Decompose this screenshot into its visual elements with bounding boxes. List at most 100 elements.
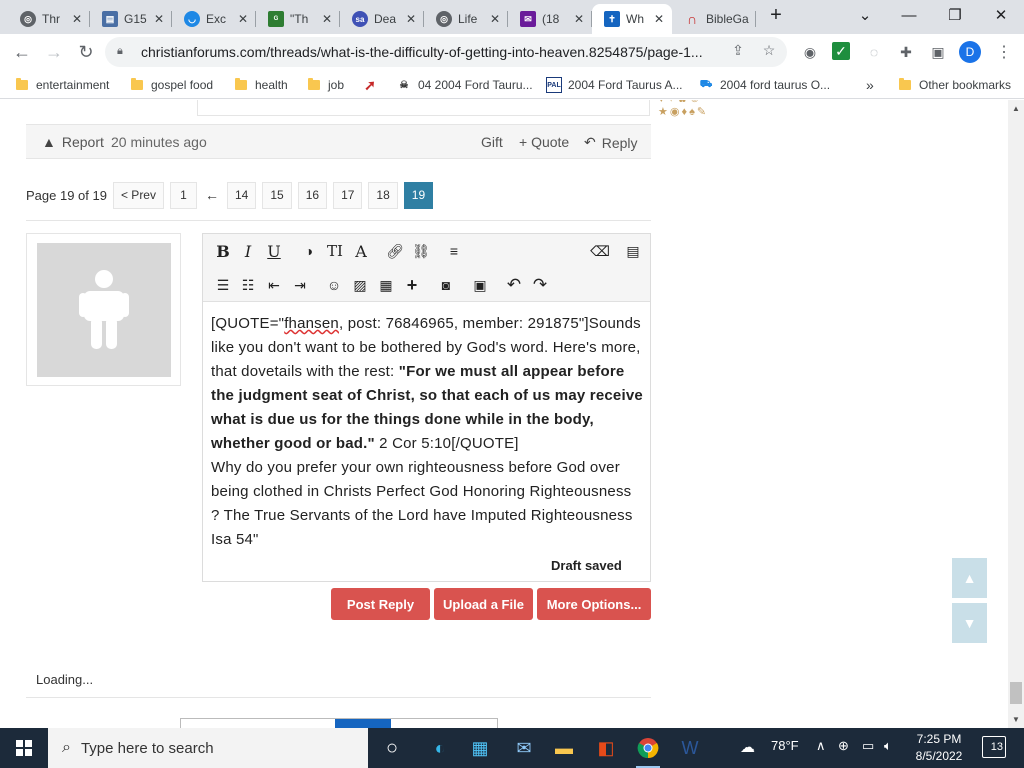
close-icon[interactable]: ✕ (152, 12, 166, 26)
ad-banner[interactable] (180, 718, 498, 728)
url-text[interactable]: christianforums.com/threads/what-is-the-… (141, 44, 731, 60)
close-icon[interactable]: ✕ (572, 12, 586, 26)
page-button-16[interactable]: 16 (297, 181, 328, 209)
italic-button[interactable]: I (236, 239, 260, 263)
prev-page-button[interactable]: < Prev (112, 181, 164, 209)
tab-4[interactable]: G "Th ✕ (256, 4, 340, 34)
tab-9[interactable]: ∩ BibleGa (672, 4, 756, 34)
tab-2[interactable]: ▤ G15 ✕ (90, 4, 172, 34)
reload-button[interactable]: ↻ (72, 38, 100, 66)
indent-icon[interactable]: ⇥ (288, 273, 312, 297)
display-icon[interactable]: ▭ (862, 738, 874, 754)
outdent-icon[interactable]: ⇤ (262, 273, 286, 297)
report-link[interactable]: ▲ Report (42, 134, 104, 150)
bookmark-folder-entertainment[interactable]: entertainment (16, 76, 109, 94)
bookmark-ford-taurus-3[interactable]: ⛟ 2004 ford taurus O... (698, 76, 830, 94)
close-icon[interactable]: ✕ (236, 12, 250, 26)
share-icon[interactable]: ⇪ (729, 41, 747, 59)
editor-text-area[interactable]: [QUOTE="fhansen, post: 76846965, member:… (211, 312, 643, 552)
tab-5[interactable]: sa Dea ✕ (340, 4, 424, 34)
new-tab-button[interactable]: + (754, 0, 798, 30)
lens-extension-icon[interactable]: ◉ (800, 42, 820, 62)
bulleted-list-icon[interactable]: ☰ (211, 273, 235, 297)
puzzle-extensions-icon[interactable]: ✚ (896, 42, 916, 62)
start-button[interactable] (0, 728, 48, 768)
save-draft-icon[interactable]: ▣ (468, 273, 492, 297)
redo-icon[interactable]: ↷ (528, 273, 552, 297)
weather-icon[interactable]: ☁ (740, 738, 755, 756)
bookmark-red-swoosh[interactable]: ➚ (362, 76, 384, 94)
close-window-button[interactable]: ✕ (978, 0, 1024, 30)
bookmark-folder-gospel-food[interactable]: gospel food (131, 76, 213, 94)
bbcode-toggle-icon[interactable]: ▤ (621, 239, 645, 263)
text-size-button[interactable]: TI (323, 239, 347, 263)
unlink-icon[interactable]: ⛓ (409, 239, 433, 263)
post-time[interactable]: 20 minutes ago (111, 134, 207, 150)
page-jump-arrow[interactable]: ← (203, 182, 221, 209)
numbered-list-icon[interactable]: ☷ (236, 273, 260, 297)
taskbar-search-box[interactable]: ⌕ Type here to search (48, 728, 368, 768)
kebab-menu-icon[interactable]: ⋮ (994, 42, 1014, 62)
avatar[interactable] (37, 243, 171, 377)
store-icon[interactable]: ▦ (464, 732, 496, 764)
font-family-button[interactable]: A (349, 239, 373, 263)
scroll-down-arrow-icon[interactable]: ▼ (1012, 715, 1020, 724)
page-button-18[interactable]: 18 (368, 181, 398, 209)
gift-link[interactable]: Gift (481, 134, 503, 150)
scroll-to-bottom-button[interactable]: ▼ (952, 603, 987, 643)
edge-icon[interactable]: ◐ (424, 732, 456, 764)
weather-temp[interactable]: 78°F (771, 738, 799, 753)
page-scrollbar[interactable]: ▲ ▼ (1008, 100, 1024, 728)
address-bar[interactable]: 🔒︎ christianforums.com/threads/what-is-t… (105, 37, 787, 67)
tab-search-button[interactable]: ⌄ (842, 0, 888, 30)
page-button-19-current[interactable]: 19 (403, 181, 434, 209)
smiley-icon[interactable]: ☺ (322, 273, 346, 297)
text-color-icon[interactable]: ◑ (297, 239, 321, 263)
notifications-button[interactable]: 13 (982, 736, 1006, 758)
checkmark-extension-icon[interactable]: ✓ (832, 42, 850, 60)
volume-icon[interactable]: 🔈︎ (884, 738, 892, 754)
underline-button[interactable]: U (262, 239, 286, 263)
undo-icon[interactable]: ↶ (502, 273, 526, 297)
eraser-icon[interactable]: ⌫ (588, 239, 612, 263)
scroll-up-arrow-icon[interactable]: ▲ (1012, 104, 1020, 113)
restore-button[interactable]: ❐ (932, 0, 978, 30)
task-view-icon[interactable]: ○ (376, 732, 408, 764)
tab-1[interactable]: ◎ Thr ✕ (8, 4, 90, 34)
media-icon[interactable]: ▦ (374, 273, 398, 297)
tab-8-active[interactable]: ✝ Wh ✕ (592, 4, 672, 34)
page-button-17[interactable]: 17 (333, 181, 363, 209)
tab-3[interactable]: ◡ Exc ✕ (172, 4, 256, 34)
bookmark-folder-job[interactable]: job (308, 76, 344, 94)
bookmark-folder-health[interactable]: health (235, 76, 288, 94)
profile-avatar[interactable]: D (959, 41, 981, 63)
tab-7[interactable]: ✉ (18 ✕ (508, 4, 592, 34)
bookmark-ford-taurus-2[interactable]: PAL 2004 Ford Taurus A... (546, 76, 683, 94)
lock-icon[interactable]: 🔒︎ (117, 45, 131, 59)
close-icon[interactable]: ✕ (70, 12, 84, 26)
page-button-15[interactable]: 15 (262, 181, 292, 209)
align-icon[interactable]: ≡ (442, 239, 466, 263)
close-icon[interactable]: ✕ (488, 12, 502, 26)
quote-link[interactable]: + Quote (519, 134, 569, 150)
chrome-icon[interactable] (632, 732, 664, 768)
scroll-to-top-button[interactable]: ▲ (952, 558, 987, 598)
reply-link[interactable]: ↶ Reply (584, 134, 638, 151)
upload-file-button[interactable]: Upload a File (434, 588, 533, 620)
image-icon[interactable]: ▨ (348, 273, 372, 297)
page-button-14[interactable]: 14 (226, 181, 257, 209)
bookmark-ford-taurus-1[interactable]: ☠ 04 2004 Ford Tauru... (396, 76, 533, 94)
circle-extension-icon[interactable]: ◌ (864, 42, 884, 62)
other-bookmarks-folder[interactable]: Other bookmarks (899, 76, 1011, 94)
back-button[interactable]: ← (8, 38, 36, 66)
mail-app-icon[interactable]: ✉ (508, 732, 540, 764)
link-icon[interactable]: 🔗︎ (383, 239, 407, 263)
system-clock[interactable]: 7:25 PM 8/5/2022 (908, 731, 970, 765)
side-panel-icon[interactable]: ▣ (928, 42, 948, 62)
network-icon[interactable]: ⊕ (838, 738, 849, 754)
close-icon[interactable]: ✕ (320, 12, 334, 26)
file-explorer-icon[interactable]: ▬ (548, 732, 580, 764)
office-icon[interactable]: ◧ (590, 732, 622, 764)
forward-button[interactable]: → (40, 38, 68, 66)
tray-overflow-icon[interactable]: ∧ (816, 738, 826, 754)
